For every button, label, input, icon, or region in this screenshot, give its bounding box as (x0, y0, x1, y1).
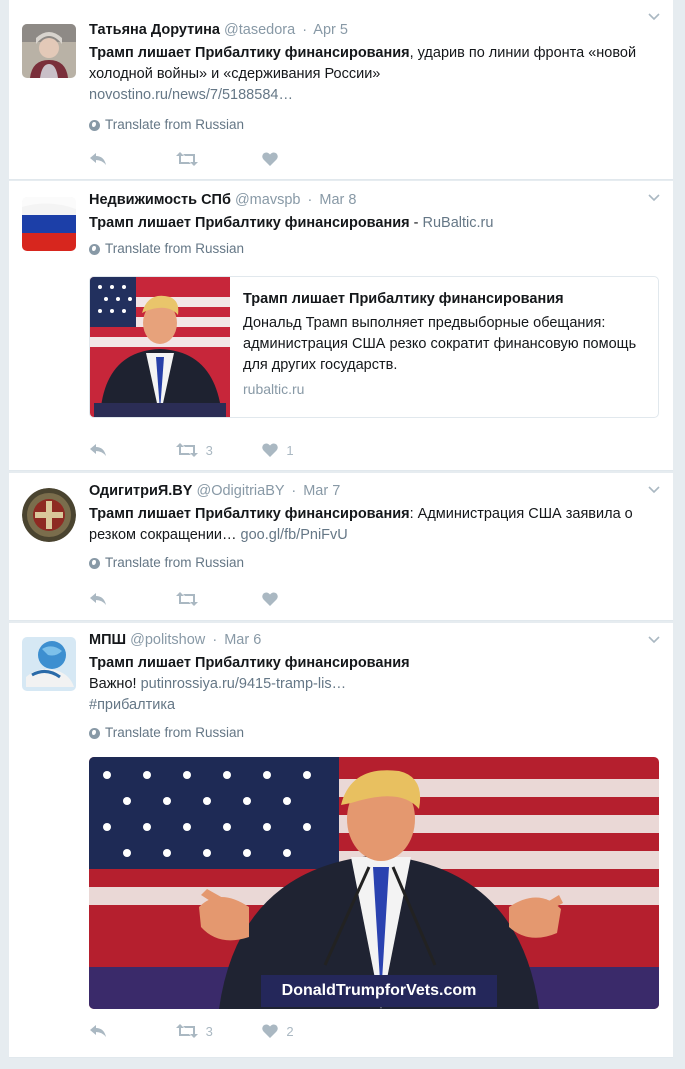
like-count: 2 (286, 1023, 294, 1039)
like-count: 1 (286, 442, 294, 458)
retweet-button[interactable] (175, 592, 263, 606)
tweet-headline: Трамп лишает Прибалтику финансирования (89, 506, 410, 522)
reply-button[interactable] (89, 443, 176, 457)
author-name[interactable]: Недвижимость СПб (89, 192, 231, 208)
tweet-date[interactable]: Mar 8 (319, 192, 356, 208)
translate-link[interactable]: Translate from Russian (89, 554, 659, 572)
tweet-link[interactable]: putinrossiya.ru/9415-tramp-lis… (141, 676, 347, 692)
tweet-header: Татьяна Дорутина @tasedora · Apr 5 (89, 20, 659, 40)
tweet-text: Трамп лишает Прибалтику финансирования -… (89, 213, 659, 234)
globe-icon (89, 727, 100, 739)
globe-icon (89, 119, 100, 131)
tweet-text-rest: - (409, 215, 423, 231)
link-card[interactable]: Трамп лишает Прибалтику финансирования Д… (89, 276, 659, 418)
tweet-headline: Трамп лишает Прибалтику финансирования (89, 215, 410, 231)
author-name[interactable]: Татьяна Дорутина (89, 22, 220, 38)
retweet-icon (175, 592, 198, 606)
avatar[interactable] (22, 637, 76, 691)
like-button[interactable] (262, 152, 349, 166)
separator-dot: · (302, 22, 308, 38)
retweet-icon (175, 443, 198, 457)
tweet-text-prefix: Важно! (89, 676, 137, 692)
author-name[interactable]: МПШ (89, 632, 126, 648)
author-handle[interactable]: @tasedora (224, 22, 295, 38)
retweet-button[interactable]: 3 (175, 442, 263, 458)
tweet-date[interactable]: Apr 5 (313, 22, 348, 38)
tweet-actions: 3 2 (89, 1021, 349, 1041)
tweet-link[interactable]: goo.gl/fb/PniFvU (241, 527, 348, 543)
separator-dot: · (307, 192, 313, 208)
tweet[interactable]: Недвижимость СПб @mavspb · Mar 8 Трамп л… (9, 181, 673, 471)
like-button[interactable]: 2 (262, 1024, 349, 1039)
tweet-text: Трамп лишает Прибалтику финансирования В… (89, 653, 659, 716)
reply-button[interactable] (89, 152, 176, 166)
reply-icon (90, 1025, 106, 1037)
translate-label: Translate from Russian (105, 241, 245, 256)
tweet-actions (89, 149, 349, 169)
translate-label: Translate from Russian (105, 117, 245, 132)
tweet[interactable]: Татьяна Дорутина @tasedora · Apr 5 Трамп… (9, 0, 673, 180)
globe-icon (89, 557, 100, 569)
tweet[interactable]: МПШ @politshow · Mar 6 Трамп лишает Приб… (9, 623, 673, 1058)
heart-icon (262, 152, 279, 166)
translate-link[interactable]: Translate from Russian (89, 116, 659, 134)
tweet-feed: Татьяна Дорутина @tasedora · Apr 5 Трамп… (9, 0, 673, 1058)
author-handle[interactable]: @OdigitriaBY (197, 483, 285, 499)
translate-label: Translate from Russian (105, 725, 245, 740)
tweet-text: Трамп лишает Прибалтику финансирования: … (89, 504, 659, 546)
card-description: Дональд Трамп выполняет предвыборные обе… (243, 315, 637, 373)
retweet-icon (175, 152, 198, 166)
separator-dot: · (212, 632, 218, 648)
avatar[interactable] (22, 197, 76, 251)
like-button[interactable] (262, 592, 349, 606)
tweet-date[interactable]: Mar 7 (303, 483, 340, 499)
reply-button[interactable] (89, 592, 176, 606)
tweet-actions: 3 1 (89, 440, 349, 460)
reply-icon (90, 593, 106, 605)
translate-label: Translate from Russian (105, 555, 245, 570)
author-name[interactable]: ОдигитриЯ.BY (89, 483, 192, 499)
reply-button[interactable] (89, 1024, 176, 1038)
tweet-actions (89, 589, 349, 609)
reply-icon (90, 444, 106, 456)
tweet-image[interactable]: DonaldTrumpforVets.com (89, 757, 659, 1009)
author-handle[interactable]: @mavspb (235, 192, 301, 208)
retweet-button[interactable] (175, 152, 263, 166)
heart-icon (262, 592, 279, 606)
tweet-headline: Трамп лишает Прибалтику финансирования (89, 655, 410, 671)
card-image (90, 277, 230, 417)
card-domain: rubaltic.ru (243, 381, 305, 397)
retweet-count: 3 (205, 1023, 213, 1039)
avatar[interactable] (22, 488, 76, 542)
tweet-header: МПШ @politshow · Mar 6 (89, 630, 659, 650)
retweet-icon (175, 1024, 198, 1038)
tweet-headline: Трамп лишает Прибалтику финансирования (89, 45, 410, 61)
tweet-link[interactable]: novostino.ru/news/7/5188584… (89, 87, 293, 103)
author-handle[interactable]: @politshow (130, 632, 205, 648)
tweet[interactable]: ОдигитриЯ.BY @OdigitriaBY · Mar 7 Трамп … (9, 473, 673, 621)
translate-link[interactable]: Translate from Russian (89, 240, 659, 258)
tweet-text: Трамп лишает Прибалтику финансирования, … (89, 43, 659, 106)
tweet-header: ОдигитриЯ.BY @OdigitriaBY · Mar 7 (89, 481, 659, 501)
heart-icon (262, 1024, 279, 1038)
avatar[interactable] (22, 24, 76, 78)
hashtag-link[interactable]: #прибалтика (89, 697, 175, 713)
card-title: Трамп лишает Прибалтику финансирования (243, 291, 564, 307)
tweet-link[interactable]: RuBaltic.ru (423, 215, 494, 231)
tweet-header: Недвижимость СПб @mavspb · Mar 8 (89, 190, 659, 210)
tweet-date[interactable]: Mar 6 (224, 632, 261, 648)
separator-dot: · (291, 483, 297, 499)
heart-icon (262, 443, 279, 457)
retweet-button[interactable]: 3 (175, 1023, 263, 1039)
image-caption: DonaldTrumpforVets.com (281, 982, 477, 999)
like-button[interactable]: 1 (262, 443, 349, 458)
globe-icon (89, 243, 100, 255)
translate-link[interactable]: Translate from Russian (89, 724, 659, 742)
retweet-count: 3 (205, 442, 213, 458)
reply-icon (90, 153, 106, 165)
